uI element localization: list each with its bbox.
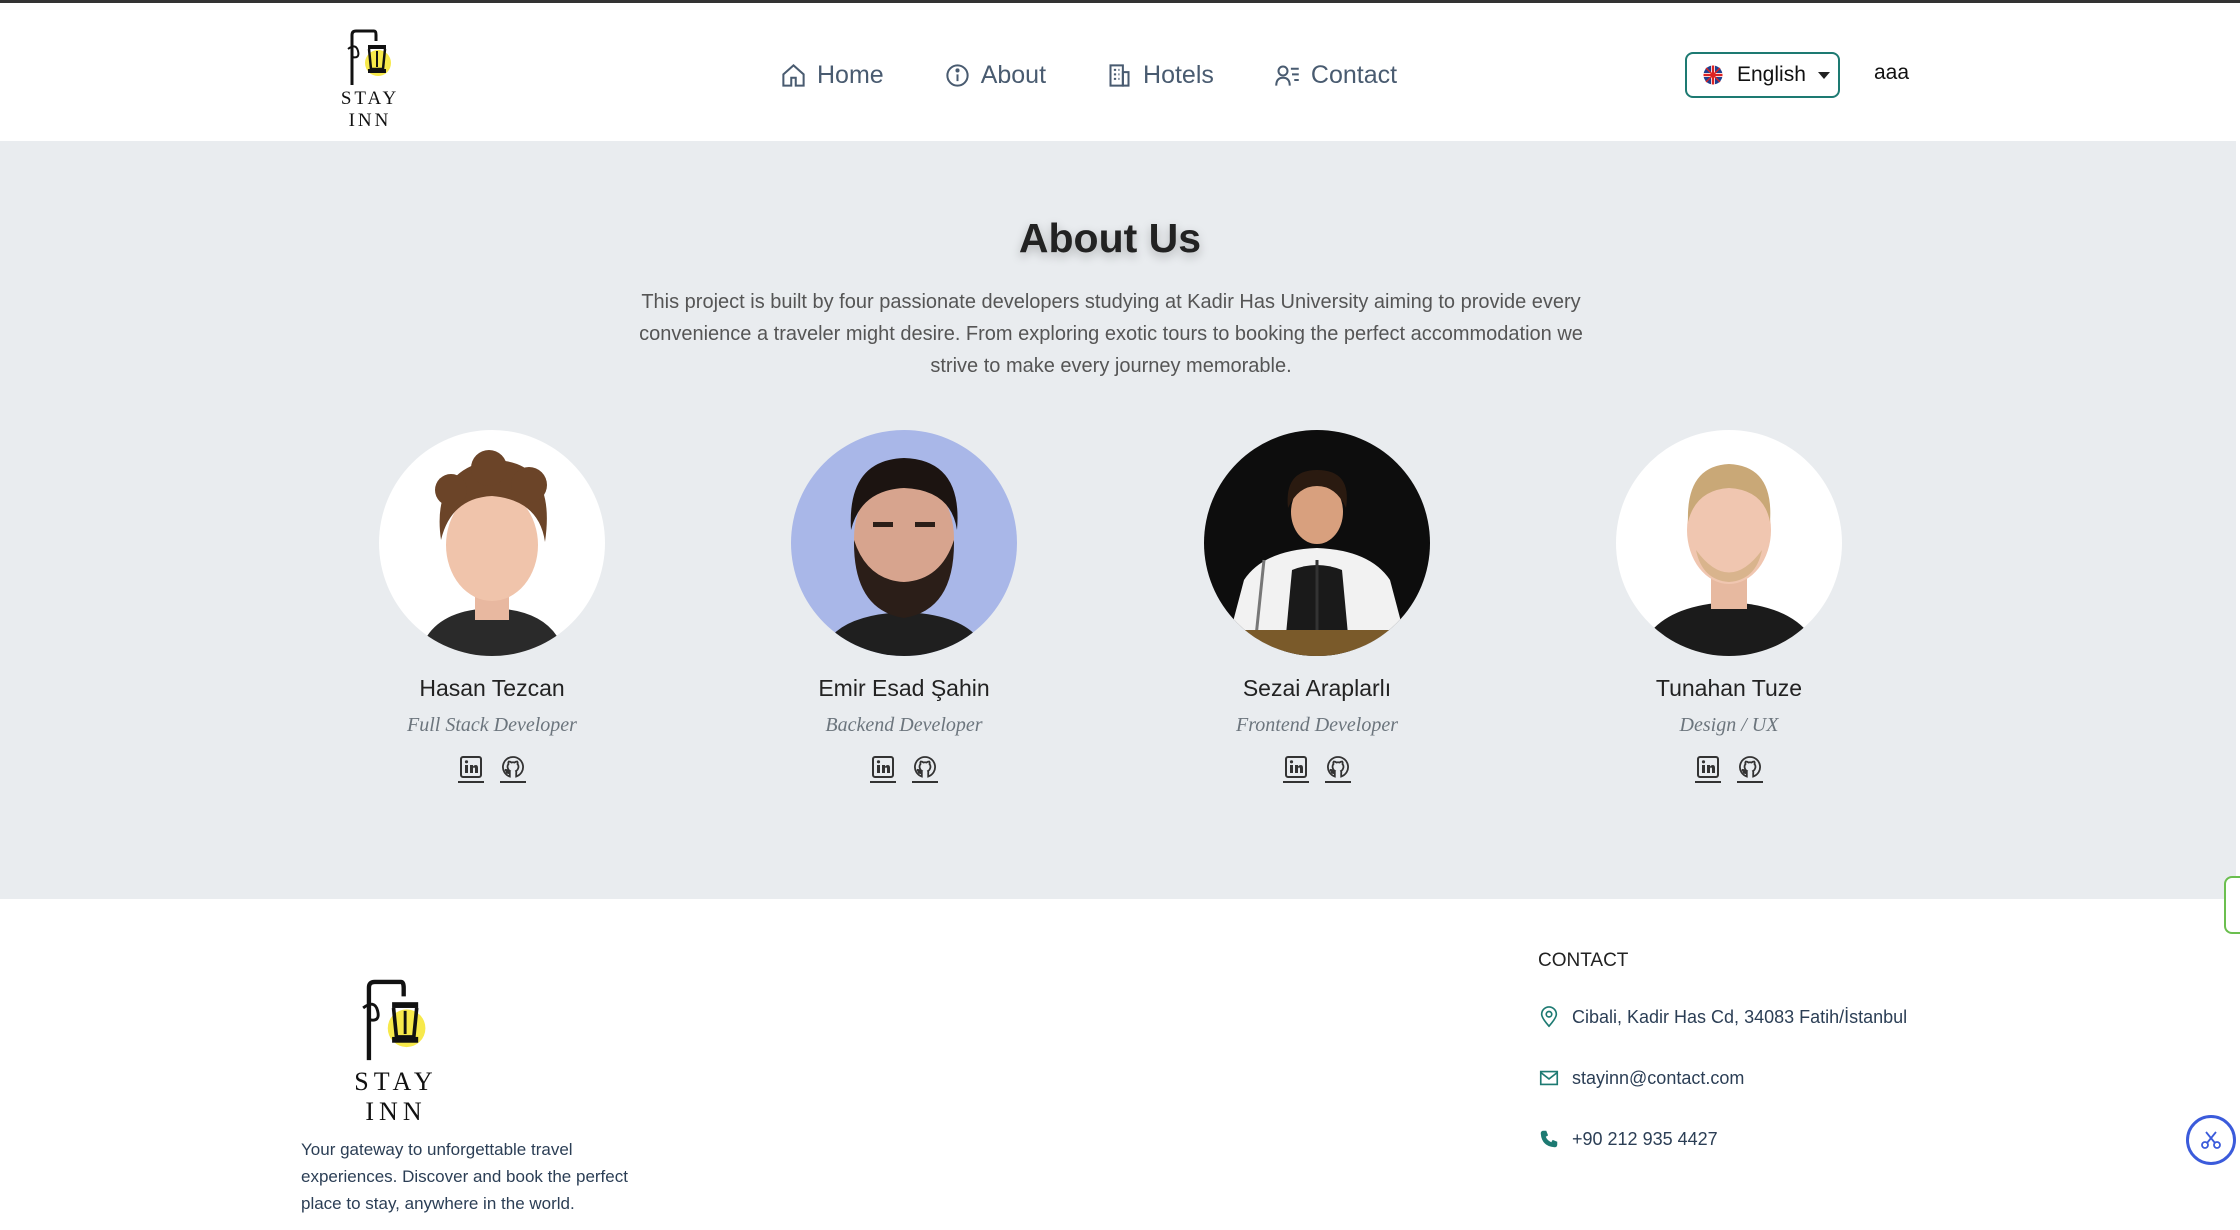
phone-text: +90 212 935 4427 [1572,1128,1718,1149]
member-role: Design / UX [1679,714,1779,736]
social-links [774,755,1034,783]
extension-side-widget[interactable] [2224,876,2240,934]
member-role: Frontend Developer [1236,714,1398,736]
social-links [1187,755,1447,783]
home-icon [782,63,805,87]
language-label: English [1737,63,1806,86]
building-icon [1109,63,1130,87]
nav-contact-label: Contact [1310,60,1398,89]
team-card: Sezai Araplarlı Frontend Developer [1187,430,1447,790]
phone-icon [1540,1130,1558,1148]
member-role: Full Stack Developer [407,714,577,736]
social-links [1599,755,1859,783]
lantern-logo-icon [362,979,426,1061]
member-name: Sezai Araplarlı [1242,675,1392,701]
email-text: stayinn@contact.com [1572,1067,1745,1088]
linkedin-icon[interactable] [458,755,484,783]
member-name: Tunahan Tuze [1655,675,1803,701]
team-card: Tunahan Tuze Design / UX [1599,430,1859,790]
navbar: STAY INN Home About Hotels Contact Engli… [0,3,2236,141]
footer-description: Your gateway to unforgettable travel exp… [301,1140,628,1213]
avatar [791,430,1017,656]
footer-brand-name: STAY INN [354,1067,438,1126]
social-links [362,755,622,783]
avatar [1204,430,1430,656]
footer: STAY INN Your gateway to unforgettable t… [0,899,2236,1230]
nav-home-label: Home [817,60,884,89]
contact-email[interactable]: stayinn@contact.com [1538,1067,1744,1089]
main-nav: Home About Hotels Contact [780,53,1457,97]
linkedin-icon[interactable] [1695,755,1721,783]
member-role: Backend Developer [825,714,983,736]
page-title: About Us [1018,215,1202,261]
team-card: Emir Esad Şahin Backend Developer [774,430,1034,790]
contact-heading: CONTACT [1538,950,1629,971]
github-icon[interactable] [912,755,938,783]
member-name: Hasan Tezcan [419,675,565,701]
location-pin-icon [1540,1006,1558,1028]
brand-name: STAY INN [340,88,400,131]
linkedin-icon[interactable] [870,755,896,783]
contact-phone[interactable]: +90 212 935 4427 [1538,1128,1718,1150]
nav-about[interactable]: About [944,61,1046,90]
language-dropdown[interactable]: English [1685,52,1840,98]
team-card: Hasan Tezcan Full Stack Developer [362,430,622,790]
contact-address: Cibali, Kadir Has Cd, 34083 Fatih/İstanb… [1538,1006,1907,1028]
footer-logo[interactable]: STAY INN [322,979,470,1126]
scissors-icon[interactable] [2186,1115,2236,1165]
uk-flag-icon [1703,65,1723,85]
address-text: Cibali, Kadir Has Cd, 34083 Fatih/İstanb… [1572,1006,1908,1027]
avatar [379,430,605,656]
avatar [1616,430,1842,656]
about-description: This project is built by four passionate… [639,291,1583,377]
contact-icon [1275,64,1299,86]
github-icon[interactable] [1737,755,1763,783]
nav-hotels-label: Hotels [1143,60,1214,89]
github-icon[interactable] [1325,755,1351,783]
nav-home[interactable]: Home [780,61,884,90]
chevron-down-icon [1817,71,1830,79]
user-menu[interactable]: aaa [1874,61,1909,85]
nav-contact[interactable]: Contact [1274,61,1397,90]
info-icon [946,63,969,87]
about-section: About Us This project is built by four p… [0,141,2236,899]
linkedin-icon[interactable] [1283,755,1309,783]
mail-icon [1539,1070,1559,1086]
github-icon[interactable] [500,755,526,783]
nav-about-label: About [980,60,1047,89]
nav-hotels[interactable]: Hotels [1106,61,1214,90]
brand-logo[interactable]: STAY INN [318,29,422,131]
member-name: Emir Esad Şahin [818,675,990,701]
lantern-logo-icon [347,29,391,85]
